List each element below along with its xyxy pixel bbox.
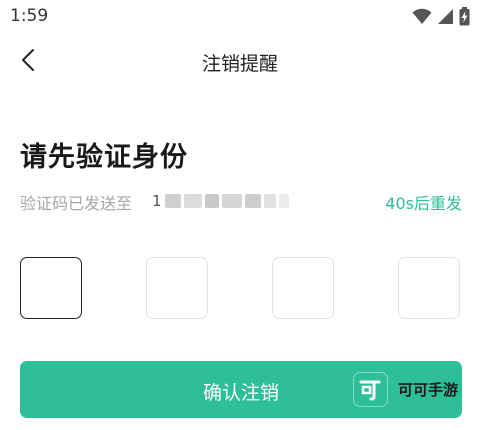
signal-icon	[437, 8, 454, 29]
page-title: 注销提醒	[201, 53, 278, 75]
phone-first-digit: 1	[152, 192, 162, 210]
confirm-cancel-account-button[interactable]: 确认注销 可可手游	[20, 361, 462, 418]
verification-code-input	[20, 257, 462, 321]
watermark: 可可手游	[352, 372, 458, 407]
code-box-2[interactable]	[146, 257, 208, 319]
verify-heading: 请先验证身份	[20, 142, 188, 173]
status-time: 1:59	[10, 6, 49, 26]
code-sent-label: 验证码已发送至	[20, 194, 133, 213]
wifi-icon	[412, 8, 432, 29]
code-sent-row: 验证码已发送至 1 40s后重发	[20, 190, 462, 214]
masked-phone-number: 1	[152, 192, 289, 210]
battery-charging-icon	[459, 7, 470, 30]
nav-bar: 注销提醒	[0, 40, 480, 84]
status-bar: 1:59	[0, 0, 480, 36]
watermark-text: 可可手游	[397, 381, 458, 399]
code-box-1[interactable]	[20, 257, 82, 319]
status-icons	[412, 7, 470, 30]
code-box-4[interactable]	[398, 257, 460, 319]
code-box-3[interactable]	[272, 257, 334, 319]
watermark-logo-icon	[352, 372, 388, 407]
resend-code-link[interactable]: 40s后重发	[385, 190, 462, 214]
